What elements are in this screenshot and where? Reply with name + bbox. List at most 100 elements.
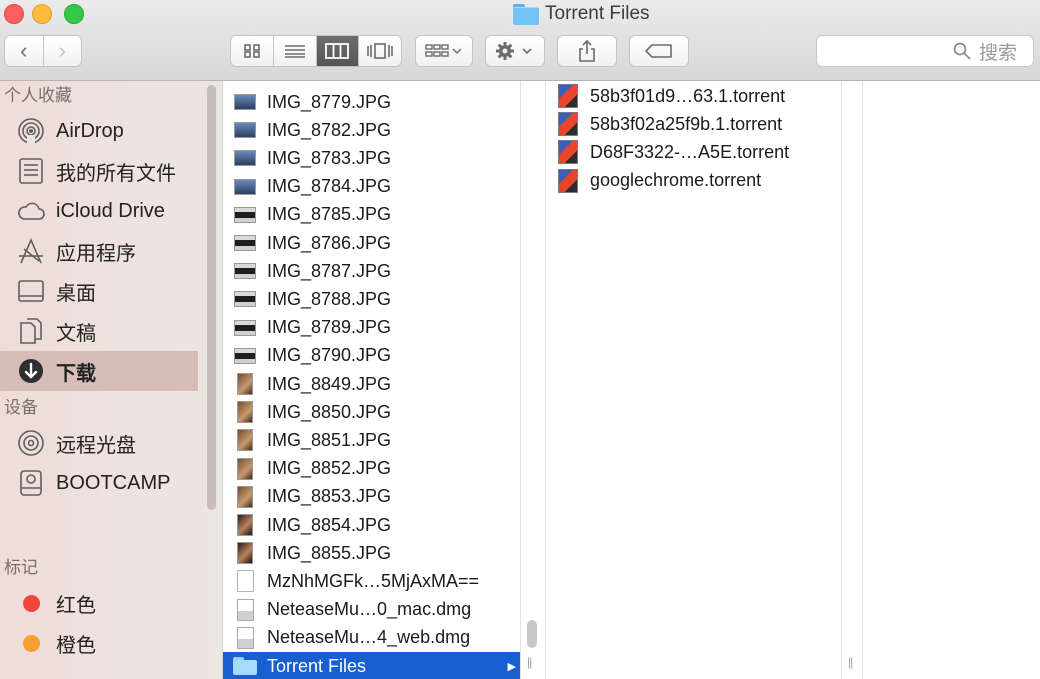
sidebar-item-remote-disc[interactable]: 远程光盘 xyxy=(0,423,222,463)
back-button[interactable]: ‹ xyxy=(5,36,43,66)
tag-button[interactable] xyxy=(629,35,689,67)
list-item[interactable]: IMG_8787.JPG xyxy=(223,257,520,285)
file-name: 58b3f01d9…63.1.torrent xyxy=(590,85,786,106)
arrange-button[interactable] xyxy=(415,35,473,67)
file-name: IMG_8782.JPG xyxy=(267,119,392,140)
list-item[interactable]: NeteaseMu…4_web.dmg xyxy=(223,624,520,652)
column-view-button[interactable] xyxy=(315,36,359,66)
list-item[interactable]: IMG_8783.JPG xyxy=(223,144,520,172)
file-icon-slot xyxy=(233,429,257,452)
list-item[interactable]: IMG_8854.JPG xyxy=(223,511,520,539)
sidebar-section-favorites: 个人收藏 xyxy=(4,86,72,105)
action-menu-button[interactable] xyxy=(485,35,545,67)
list-view-button[interactable] xyxy=(272,36,316,66)
list-item-selected[interactable]: Torrent Files ▶ xyxy=(223,652,520,679)
sidebar-section-devices: 设备 xyxy=(4,398,38,417)
share-button[interactable] xyxy=(557,35,617,67)
sidebar-tag-red[interactable]: 红色 xyxy=(0,583,222,623)
file-name: IMG_8788.JPG xyxy=(267,288,392,309)
file-name: IMG_8790.JPG xyxy=(267,345,392,366)
image-icon xyxy=(234,291,256,308)
list-item[interactable]: D68F3322-…A5E.torrent xyxy=(546,138,841,166)
file-name: IMG_8849.JPG xyxy=(267,373,392,394)
file-name: D68F3322-…A5E.torrent xyxy=(590,141,790,162)
list-item[interactable]: IMG_8779.JPG xyxy=(223,88,520,116)
view-mode-selector xyxy=(230,35,402,67)
column-1-scrollbar[interactable] xyxy=(527,620,537,648)
file-icon-slot xyxy=(233,570,257,593)
search-icon xyxy=(953,42,971,60)
share-icon xyxy=(579,40,595,62)
chevron-left-icon: ‹ xyxy=(20,38,28,63)
file-icon-slot xyxy=(233,147,257,169)
list-item[interactable]: IMG_8853.JPG xyxy=(223,483,520,511)
list-item[interactable]: IMG_8850.JPG xyxy=(223,398,520,426)
all-files-icon xyxy=(16,156,46,186)
file-icon-slot xyxy=(233,176,257,198)
sidebar-scrollbar[interactable] xyxy=(207,85,216,510)
minimize-window-button[interactable] xyxy=(32,4,52,24)
forward-button[interactable]: › xyxy=(42,36,82,66)
icon-view-button[interactable] xyxy=(231,36,273,66)
sidebar-item-all-files[interactable]: 我的所有文件 xyxy=(0,151,222,191)
image-icon xyxy=(237,542,253,565)
column-view-icon xyxy=(325,43,350,59)
close-window-button[interactable] xyxy=(4,4,24,24)
file-icon-slot xyxy=(233,317,257,339)
file-icon-slot xyxy=(233,542,257,565)
tag-color-dot xyxy=(22,594,40,612)
list-item[interactable]: IMG_8786.JPG xyxy=(223,229,520,257)
sidebar-item-bootcamp[interactable]: BOOTCAMP xyxy=(0,463,222,503)
list-item[interactable]: NeteaseMu…0_mac.dmg xyxy=(223,596,520,624)
list-item[interactable]: IMG_8782.JPG xyxy=(223,116,520,144)
image-icon xyxy=(234,94,256,110)
list-item[interactable]: IMG_8785.JPG xyxy=(223,201,520,229)
cover-flow-view-button[interactable] xyxy=(358,36,401,66)
list-item[interactable]: IMG_8851.JPG xyxy=(223,426,520,454)
document-icon xyxy=(236,570,254,593)
sidebar-item-desktop[interactable]: 桌面 xyxy=(0,271,222,311)
sidebar-item-airdrop[interactable]: AirDrop xyxy=(0,111,222,151)
sidebar-item-documents[interactable]: 文稿 xyxy=(0,311,222,351)
torrent-icon xyxy=(558,84,578,108)
sidebar-item-label: BOOTCAMP xyxy=(56,471,171,494)
search-input[interactable]: 搜索 xyxy=(816,35,1034,67)
list-item[interactable]: googlechrome.torrent xyxy=(546,167,841,195)
list-item[interactable]: IMG_8789.JPG xyxy=(223,314,520,342)
list-item[interactable]: IMG_8790.JPG xyxy=(223,342,520,370)
list-item[interactable]: IMG_8849.JPG xyxy=(223,370,520,398)
sidebar-item-label: 文稿 xyxy=(56,322,96,345)
navigation-group: ‹ › xyxy=(4,35,82,67)
file-icon-slot xyxy=(233,514,257,536)
list-item[interactable]: 58b3f01d9…63.1.torrent xyxy=(546,82,841,110)
sidebar-tag-orange[interactable]: 橙色 xyxy=(0,623,222,663)
zoom-window-button[interactable] xyxy=(64,4,84,24)
list-item[interactable]: IMG_8855.JPG xyxy=(223,539,520,567)
list-item[interactable]: MzNhMGFk…5MjAxMA== xyxy=(223,567,520,595)
applications-icon xyxy=(16,236,46,266)
file-name: IMG_8852.JPG xyxy=(267,458,392,479)
folder-icon xyxy=(513,4,539,25)
file-icon-slot xyxy=(233,345,257,367)
column-2-resize-handle[interactable]: || xyxy=(848,655,853,669)
list-item[interactable]: IMG_8852.JPG xyxy=(223,455,520,483)
search-placeholder: 搜索 xyxy=(978,42,1017,64)
file-name: NeteaseMu…0_mac.dmg xyxy=(267,599,472,620)
sidebar-item-applications[interactable]: 应用程序 xyxy=(0,231,222,271)
file-icon-slot xyxy=(556,84,580,108)
sidebar-item-downloads[interactable]: 下载 xyxy=(0,351,198,391)
cover-flow-icon xyxy=(367,43,393,59)
list-item[interactable]: 58b3f02a25f9b.1.torrent xyxy=(546,110,841,138)
list-item[interactable]: IMG_8788.JPG xyxy=(223,285,520,313)
image-icon xyxy=(234,235,256,251)
column-1-resize-handle[interactable]: || xyxy=(527,655,532,669)
sidebar-item-label: 红色 xyxy=(56,594,96,617)
tag-icon xyxy=(645,44,672,58)
file-name: IMG_8789.JPG xyxy=(267,317,392,338)
file-icon-slot xyxy=(556,112,580,137)
list-item[interactable]: IMG_8784.JPG xyxy=(223,173,520,201)
tag-color-dot xyxy=(22,634,40,652)
sidebar: 个人收藏 AirDrop 我的所有文件 iCloud Drive 应用程序 桌面 xyxy=(0,81,223,679)
sidebar-item-icloud-drive[interactable]: iCloud Drive xyxy=(0,191,222,231)
